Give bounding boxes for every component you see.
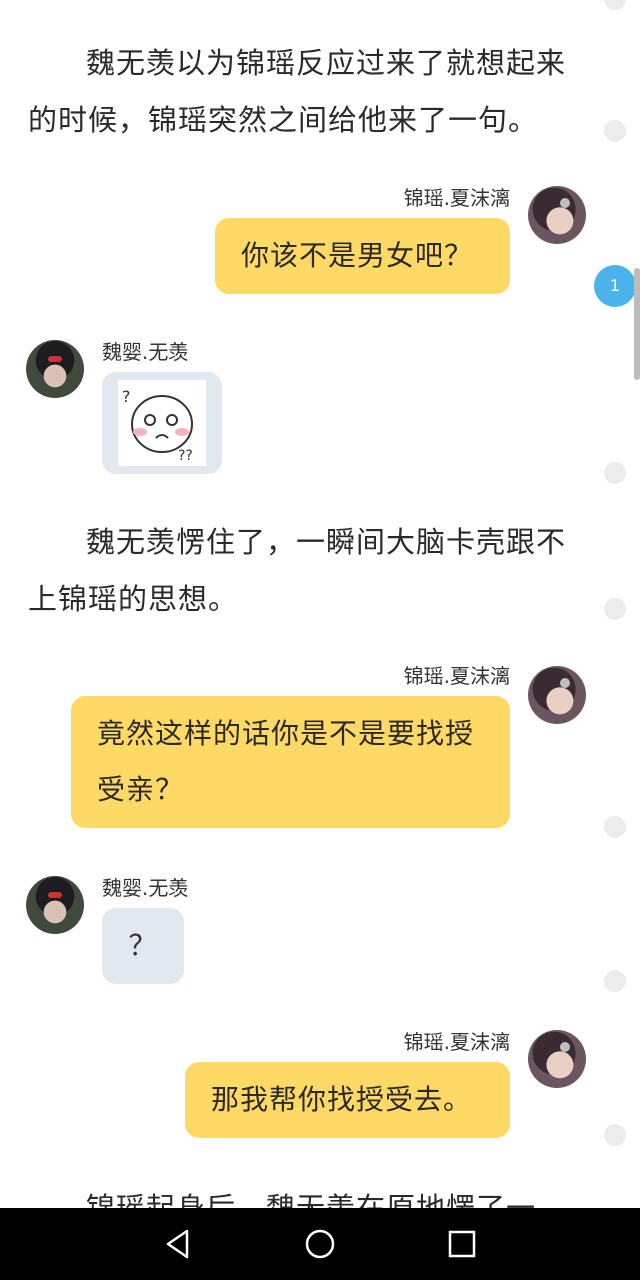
paragraph-comment-dot[interactable] [604, 120, 626, 142]
svg-text:??: ?? [178, 448, 193, 464]
avatar[interactable] [26, 876, 84, 934]
paragraph-comment-dot[interactable] [604, 0, 626, 10]
sender-name: 魏婴.无羡 [102, 876, 189, 900]
paragraph-comment-dot[interactable] [604, 598, 626, 620]
paragraph-comment-dot[interactable] [604, 462, 626, 484]
avatar[interactable] [528, 186, 586, 244]
comment-count-badge[interactable]: 1 [594, 265, 636, 307]
back-triangle-icon[interactable] [160, 1226, 196, 1262]
story-paragraph: 魏无羡愣住了，一瞬间大脑卡壳跟不上锦瑶的思想。 [28, 525, 567, 616]
chat-bubble: 那我帮你找授受去。 [185, 1062, 510, 1138]
system-navigation-bar [0, 1208, 640, 1280]
story-paragraph: 魏无羡以为锦瑶反应过来了就想起来的时候，锦瑶突然之间给他来了一句。 [28, 46, 567, 137]
sender-name: 锦瑶.夏沫漓 [403, 186, 510, 210]
reader-viewport[interactable]: 魏无羡以为锦瑶反应过来了就想起来的时候，锦瑶突然之间给他来了一句。 锦瑶.夏沫漓… [0, 0, 640, 1208]
sender-name: 锦瑶.夏沫漓 [403, 1030, 510, 1054]
paragraph-comment-dot[interactable] [604, 1124, 626, 1146]
paragraph-comment-dot[interactable] [604, 816, 626, 838]
sender-name: 锦瑶.夏沫漓 [403, 664, 510, 688]
home-circle-icon[interactable] [302, 1226, 338, 1262]
chat-bubble: 你该不是男女吧？ [215, 218, 510, 294]
sender-name: 魏婴.无羡 [102, 340, 189, 364]
chat-bubble: ？ [102, 908, 184, 984]
avatar[interactable] [528, 1030, 586, 1088]
sticker-message[interactable]: ? ?? [102, 372, 222, 474]
recent-square-icon[interactable] [444, 1226, 480, 1262]
chat-bubble: 竟然这样的话你是不是要找授受亲？ [71, 696, 510, 828]
svg-text:?: ? [122, 387, 131, 406]
paragraph-comment-dot[interactable] [604, 970, 626, 992]
scrollbar-thumb[interactable] [634, 268, 640, 380]
avatar[interactable] [26, 340, 84, 398]
confused-face-sticker-icon: ? ?? [118, 380, 206, 466]
avatar[interactable] [528, 666, 586, 724]
story-paragraph: 锦瑶起身后，魏无羡在原地愣了一 [86, 1191, 537, 1208]
